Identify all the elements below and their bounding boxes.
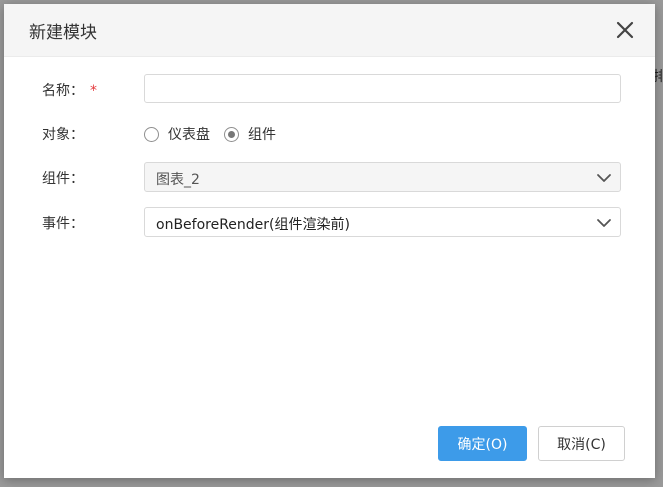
radio-component-label: 组件 [248, 127, 276, 143]
name-label: 名称： * [42, 83, 97, 99]
close-icon [616, 21, 634, 39]
cancel-button[interactable]: 取消(C) [538, 426, 625, 461]
target-row: 对象： 仪表盘 组件 [4, 118, 655, 148]
chevron-down-icon [596, 170, 612, 186]
radio-component[interactable]: 组件 [224, 124, 276, 144]
event-select-value: onBeforeRender(组件渲染前) [156, 217, 350, 233]
dialog-title: 新建模块 [29, 23, 97, 43]
radio-dashboard[interactable]: 仪表盘 [144, 124, 210, 144]
event-row: 事件： onBeforeRender(组件渲染前) [4, 207, 655, 237]
radio-component-circle[interactable] [224, 126, 239, 142]
component-select[interactable]: 图表_2 [144, 162, 621, 192]
close-button[interactable] [613, 18, 637, 42]
required-mark: * [90, 83, 97, 99]
component-row: 组件： 图表_2 [4, 162, 655, 192]
component-select-value: 图表_2 [156, 172, 200, 188]
event-select[interactable]: onBeforeRender(组件渲染前) [144, 207, 621, 237]
new-module-dialog: 新建模块 名称： * 对象： 仪表盘 组件 组件： 图表_2 事件： onBef… [4, 4, 655, 478]
target-radio-group: 仪表盘 组件 [144, 124, 290, 144]
radio-dashboard-circle[interactable] [144, 126, 159, 142]
target-label: 对象： [42, 127, 84, 143]
ok-button[interactable]: 确定(O) [438, 426, 527, 461]
radio-dashboard-label: 仪表盘 [168, 127, 210, 143]
event-label: 事件： [42, 216, 84, 232]
component-label: 组件： [42, 171, 84, 187]
name-row: 名称： * [4, 74, 655, 104]
name-input[interactable] [144, 74, 621, 103]
chevron-down-icon [596, 215, 612, 231]
dialog-header: 新建模块 [4, 4, 655, 57]
